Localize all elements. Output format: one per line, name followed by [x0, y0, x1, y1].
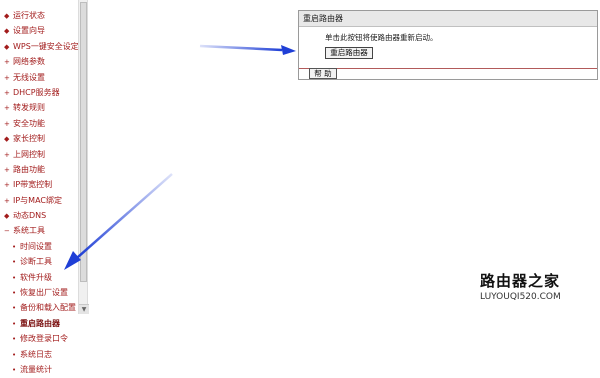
sidebar-item-label: DHCP服务器 [13, 87, 60, 97]
menu-bullet-icon: + [4, 181, 10, 190]
menu-bullet-icon: + [4, 104, 10, 113]
watermark-url: LUYOUQI520.COM [480, 292, 561, 302]
panel-body: 单击此按钮将使路由器重新启动。 重启路由器 [299, 27, 597, 69]
sidebar-item-label: 路由功能 [13, 164, 45, 174]
sidebar-item-label: 重启路由器 [20, 318, 60, 328]
sidebar-item-label: 修改登录口令 [20, 334, 68, 344]
sidebar-item-label: 动态DNS [13, 211, 47, 221]
menu-bullet-icon: • [12, 335, 17, 344]
menu-bullet-icon: • [12, 258, 17, 267]
sidebar-item-label: 流量统计 [20, 364, 52, 374]
sidebar-item[interactable]: + 转发规则 [4, 100, 79, 115]
arrow-to-panel-icon [199, 44, 296, 55]
menu-bullet-icon: ◆ [4, 135, 10, 144]
sidebar-item-reboot[interactable]: • 重启路由器 [4, 316, 79, 331]
sidebar-item-label: WPS一键安全设定 [13, 41, 79, 51]
sidebar-item[interactable]: + IP与MAC绑定 [4, 193, 79, 208]
menu-bullet-icon: + [4, 119, 10, 128]
panel-title: 重启路由器 [299, 11, 597, 27]
sidebar-item-label: 安全功能 [13, 118, 45, 128]
sidebar-item[interactable]: ◆ 家长控制 [4, 131, 79, 146]
sidebar-item[interactable]: • 系统日志 [4, 347, 79, 362]
menu-bullet-icon: • [12, 304, 17, 313]
sidebar-item[interactable]: • 时间设置 [4, 239, 79, 254]
sidebar-item[interactable]: ◆ WPS一键安全设定 [4, 39, 79, 54]
sidebar-item-label: 无线设置 [13, 72, 45, 82]
menu-bullet-icon: • [12, 350, 17, 359]
help-button[interactable]: 帮 助 [309, 68, 337, 79]
sidebar-item-label: 转发规则 [13, 103, 45, 113]
sidebar-menu: ◆ 运行状态 ◆ 设置向导 ◆ WPS一键安全设定 + 网络参数 + 无线设置 + DHCP服务器 + 转… [0, 0, 79, 374]
menu-bullet-icon: − [4, 227, 10, 236]
sidebar-item[interactable]: • 诊断工具 [4, 254, 79, 269]
reboot-instruction: 单击此按钮将使路由器重新启动。 [325, 33, 438, 42]
sidebar-item-label: 时间设置 [20, 241, 52, 251]
sidebar-item[interactable]: • 软件升级 [4, 270, 79, 285]
sidebar-item[interactable]: • 流量统计 [4, 362, 79, 377]
reboot-router-button[interactable]: 重启路由器 [325, 47, 373, 59]
sidebar-item[interactable]: + IP带宽控制 [4, 177, 79, 192]
sidebar-item[interactable]: + 安全功能 [4, 116, 79, 131]
sidebar-item-label: 恢复出厂设置 [20, 288, 68, 298]
sidebar-item-label: 家长控制 [13, 134, 45, 144]
sidebar-item-label: 软件升级 [20, 272, 52, 282]
sidebar-item-label: 上网控制 [13, 149, 45, 159]
scroll-down-arrow-icon[interactable]: ▼ [79, 304, 89, 314]
watermark-title: 路由器之家 [480, 272, 561, 290]
sidebar-item[interactable]: + 网络参数 [4, 54, 79, 69]
sidebar-item[interactable]: • 修改登录口令 [4, 331, 79, 346]
sidebar-item-label: 网络参数 [13, 57, 45, 67]
menu-bullet-icon: ◆ [4, 42, 10, 51]
sidebar-item[interactable]: ◆ 动态DNS [4, 208, 79, 223]
menu-bullet-icon: • [12, 273, 17, 282]
sidebar-item[interactable]: • 恢复出厂设置 [4, 285, 79, 300]
menu-bullet-icon: + [4, 165, 10, 174]
menu-bullet-icon: • [12, 289, 17, 298]
menu-list: ◆ 运行状态 ◆ 设置向导 ◆ WPS一键安全设定 + 网络参数 + 无线设置 + DHCP服务器 + 转… [4, 8, 79, 377]
sidebar-item-label: IP与MAC绑定 [13, 195, 63, 205]
menu-bullet-icon: ◆ [4, 27, 10, 36]
menu-bullet-icon: + [4, 150, 10, 159]
scrollbar-thumb[interactable] [80, 2, 87, 282]
watermark-logo: 路由器之家 LUYOUQI520.COM [480, 270, 598, 310]
menu-bullet-icon: • [12, 242, 17, 251]
sidebar-item-label: 系统日志 [20, 349, 52, 359]
menu-bullet-icon: + [4, 88, 10, 97]
menu-bullet-icon: + [4, 73, 10, 82]
sidebar-item-label: 备份和载入配置 [20, 303, 76, 313]
sidebar-item-label: IP带宽控制 [13, 180, 53, 190]
sidebar-item-label: 诊断工具 [20, 257, 52, 267]
menu-bullet-icon: ◆ [4, 212, 10, 221]
sidebar-item[interactable]: + 路由功能 [4, 162, 79, 177]
menu-bullet-icon: ◆ [4, 12, 10, 20]
sidebar-item[interactable]: ◆ 设置向导 [4, 23, 79, 38]
sidebar-item[interactable]: + DHCP服务器 [4, 85, 79, 100]
menu-bullet-icon: + [4, 58, 10, 67]
menu-bullet-icon: • [12, 365, 17, 374]
sidebar-item-label: 运行状态 [13, 11, 45, 20]
sidebar-item[interactable]: ◆ 运行状态 [4, 8, 79, 23]
sidebar-item-label: 系统工具 [13, 226, 45, 236]
sidebar-item[interactable]: + 无线设置 [4, 70, 79, 85]
sidebar-scrollbar[interactable]: ▼ [78, 0, 89, 314]
sidebar-item[interactable]: − 系统工具 [4, 223, 79, 238]
reboot-panel: 重启路由器 单击此按钮将使路由器重新启动。 重启路由器 帮 助 [298, 10, 598, 80]
menu-bullet-icon: + [4, 196, 10, 205]
menu-bullet-icon: • [12, 319, 17, 328]
sidebar-item-label: 设置向导 [13, 26, 45, 36]
sidebar-item[interactable]: + 上网控制 [4, 147, 79, 162]
